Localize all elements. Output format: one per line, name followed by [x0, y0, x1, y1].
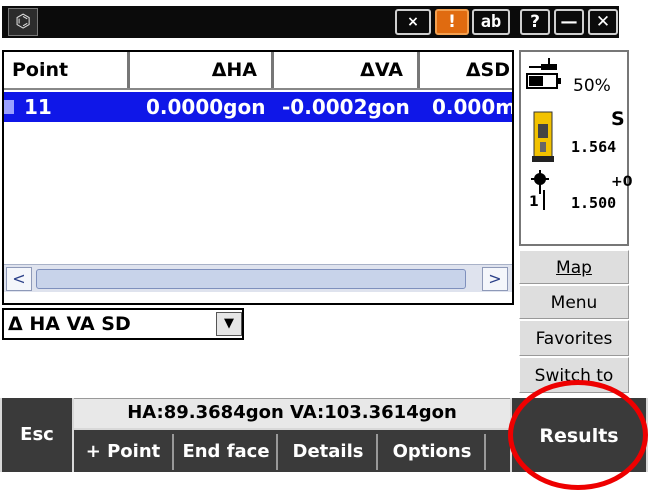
title-bar: ⌬ × ! ab ? — ✕ — [2, 6, 619, 38]
angle-readout: HA:89.3684gon VA:103.3614gon — [74, 398, 510, 428]
minimize-button[interactable]: — — [554, 9, 584, 35]
target-number: 1 — [529, 194, 539, 210]
menu-button-label: Menu — [550, 293, 598, 313]
cell-dha: 0.0000gon — [146, 95, 266, 119]
details-button[interactable]: Details — [280, 434, 378, 470]
target-height: 1.500 — [571, 194, 617, 212]
close-button[interactable]: ✕ — [588, 9, 618, 35]
row-selector-icon — [4, 100, 14, 114]
display-mode-dropdown[interactable]: Δ HA VA SD ▼ — [2, 308, 244, 340]
map-button-label: Map — [556, 258, 592, 278]
scroll-left-icon[interactable]: < — [6, 267, 32, 291]
switch-to-button[interactable]: Switch to — [519, 357, 629, 393]
results-button[interactable]: Results — [512, 398, 646, 472]
target-offset: +0 — [611, 174, 633, 190]
favorites-button-label: Favorites — [535, 329, 613, 349]
input-mode-button[interactable]: ab — [472, 9, 510, 35]
menu-button[interactable]: Menu — [519, 285, 629, 319]
header-divider — [4, 88, 512, 90]
instrument-height: 1.564 — [571, 138, 617, 156]
scroll-right-icon[interactable]: > — [482, 267, 508, 291]
cell-dsd: 0.000m — [432, 95, 512, 119]
mute-icon[interactable]: × — [395, 9, 431, 35]
switch-to-button-label: Switch to — [534, 366, 614, 386]
trimble-logo-icon[interactable]: ⌬ — [8, 8, 38, 36]
target-pole — [543, 190, 545, 210]
column-header-dsd[interactable]: ΔSD — [420, 52, 512, 88]
map-button[interactable]: Map — [519, 250, 629, 284]
instrument-face-letter: S — [611, 108, 625, 130]
column-header-point[interactable]: Point — [4, 52, 130, 88]
target-prism-icon — [531, 170, 549, 194]
warning-icon[interactable]: ! — [435, 9, 469, 35]
horizontal-scrollbar[interactable]: < > — [4, 264, 512, 292]
help-button[interactable]: ? — [520, 9, 550, 35]
total-station-icon — [532, 111, 554, 162]
battery-percent: 50% — [573, 76, 611, 96]
column-header-dva[interactable]: ΔVA — [274, 52, 420, 88]
favorites-button[interactable]: Favorites — [519, 320, 629, 356]
table-row[interactable]: 11 0.0000gon -0.0002gon 0.000m — [4, 92, 512, 122]
battery-icon — [526, 58, 561, 89]
column-header-dha[interactable]: ΔHA — [130, 52, 274, 88]
end-face-button[interactable]: End face — [176, 434, 278, 470]
dropdown-selected-value: Δ HA VA SD — [8, 313, 131, 335]
instrument-status-panel[interactable]: 50% S 1.564 1 +0 1.500 — [519, 50, 633, 246]
softkey-bar: + Point End face Details Options — [74, 430, 510, 472]
cell-point: 11 — [24, 95, 52, 119]
cell-dva: -0.0002gon — [282, 95, 410, 119]
chevron-down-icon[interactable]: ▼ — [216, 312, 242, 336]
results-table: Point ΔHA ΔVA ΔSD 11 0.0000gon -0.0002go… — [2, 50, 514, 305]
options-button[interactable]: Options — [380, 434, 486, 470]
add-point-button[interactable]: + Point — [74, 434, 174, 470]
scrollbar-thumb[interactable] — [36, 269, 466, 289]
esc-button[interactable]: Esc — [2, 398, 72, 472]
